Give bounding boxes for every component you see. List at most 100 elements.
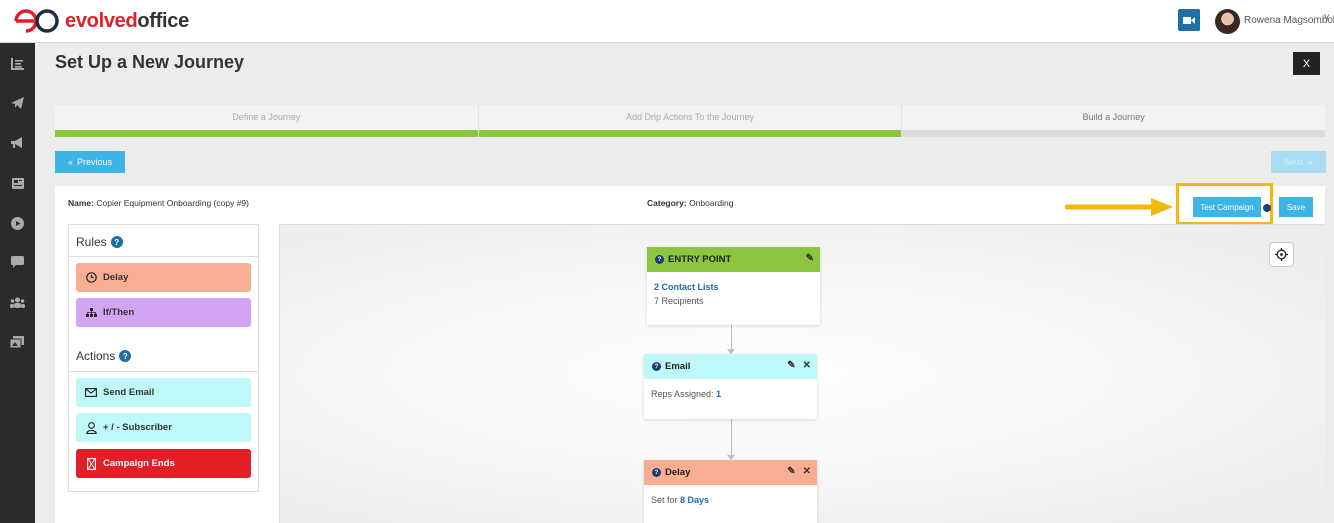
step-label: Define a Journey: [232, 112, 301, 122]
step-progress: Define a Journey Add Drip Actions To the…: [55, 105, 1326, 137]
contact-lists-link[interactable]: 2 Contact Lists: [654, 280, 813, 294]
category-value: Onboarding: [689, 198, 734, 208]
video-call-button[interactable]: [1178, 9, 1200, 31]
help-icon[interactable]: ?: [652, 468, 661, 477]
node-body: Reps Assigned: 1: [644, 379, 817, 409]
megaphone-icon[interactable]: [9, 136, 25, 150]
email-node[interactable]: ? Email ✎ ✕ Reps Assigned: 1: [644, 354, 817, 419]
help-icon[interactable]: ?: [655, 255, 664, 264]
step-progress-bar: [55, 130, 478, 137]
journey-builder-panel: Name: Copier Equipment Onboarding (copy …: [55, 183, 1325, 523]
set-for-value[interactable]: 8 Days: [680, 495, 709, 505]
palette-item-delay[interactable]: Delay: [76, 263, 251, 292]
palette-item-subscriber[interactable]: + / - Subscriber: [76, 413, 251, 442]
page-title: Set Up a New Journey: [55, 52, 245, 72]
palette-item-send-email[interactable]: Send Email: [76, 378, 251, 407]
sitemap-icon: [84, 308, 98, 317]
help-icon[interactable]: [1263, 204, 1271, 212]
node-header: ? Email ✎ ✕: [644, 354, 817, 379]
flow-connector: [731, 419, 732, 455]
play-icon[interactable]: [9, 216, 25, 230]
palette-item-label: Send Email: [103, 387, 155, 398]
campaign-name: Name: Copier Equipment Onboarding (copy …: [68, 198, 249, 208]
node-header: ? Delay ✎ ✕: [644, 460, 817, 485]
node-header: ? ENTRY POINT ✎: [647, 247, 820, 272]
hourglass-icon: [84, 457, 98, 470]
user-name[interactable]: Rowena Magsombol: [1244, 15, 1334, 26]
double-chevron-left-icon: «: [67, 157, 73, 167]
user-avatar[interactable]: [1215, 9, 1240, 34]
close-button[interactable]: X: [1293, 52, 1320, 75]
reps-label: Reps Assigned:: [651, 389, 714, 399]
step-progress-bar: [902, 130, 1326, 137]
test-campaign-button[interactable]: Test Campaign: [1193, 197, 1261, 217]
step-progress-bar: [478, 130, 902, 137]
campaign-category: Category: Onboarding: [647, 198, 733, 208]
step-build-journey[interactable]: Build a Journey: [901, 105, 1326, 137]
category-label: Category:: [647, 198, 687, 208]
divider: [69, 371, 258, 372]
recenter-button[interactable]: [1269, 242, 1294, 267]
element-palette: Rules ? Delay If/Then Actions ? Send Ema…: [68, 224, 259, 492]
step-add-drip-actions[interactable]: Add Drip Actions To the Journey: [477, 105, 902, 137]
users-icon[interactable]: [9, 295, 25, 309]
left-sidebar: [0, 43, 35, 523]
envelope-icon: [84, 388, 98, 397]
recipients-text: 7 Recipients: [654, 294, 813, 308]
pencil-icon[interactable]: ✎: [787, 360, 795, 371]
palette-item-campaign-ends[interactable]: Campaign Ends: [76, 449, 251, 478]
node-body: Set for 8 Days: [644, 485, 817, 515]
delay-node[interactable]: ? Delay ✎ ✕ Set for 8 Days: [644, 460, 817, 523]
main-content: Set Up a New Journey X Define a Journey …: [35, 43, 1334, 523]
next-label: Next: [1284, 157, 1304, 167]
set-for-label: Set for: [651, 495, 678, 505]
recipients-count: 7: [654, 296, 660, 306]
close-icon[interactable]: ✕: [803, 466, 811, 477]
rules-heading: Rules ?: [76, 235, 123, 249]
analytics-icon[interactable]: [9, 57, 25, 71]
palette-item-label: + / - Subscriber: [103, 422, 172, 433]
double-chevron-right-icon: »: [1307, 157, 1313, 167]
crosshair-icon: [1275, 248, 1288, 261]
video-camera-icon: [1183, 16, 1195, 24]
actions-heading: Actions ?: [76, 349, 132, 363]
recipients-label: Recipients: [661, 296, 704, 306]
logo-text: evolvedoffice: [65, 9, 189, 32]
help-icon[interactable]: ?: [119, 350, 132, 362]
node-title: Email: [665, 361, 691, 372]
palette-item-ifthen[interactable]: If/Then: [76, 298, 251, 327]
help-icon[interactable]: ?: [652, 362, 661, 371]
previous-button[interactable]: « Previous: [55, 151, 125, 173]
previous-label: Previous: [77, 157, 113, 167]
annotation-arrow: [1065, 198, 1173, 216]
save-button[interactable]: Save: [1279, 197, 1313, 217]
chevron-down-icon[interactable]: ∨: [1323, 12, 1330, 23]
name-label: Name:: [68, 198, 94, 208]
step-define-journey[interactable]: Define a Journey: [55, 105, 478, 137]
chat-icon[interactable]: [9, 255, 25, 269]
reps-value[interactable]: 1: [716, 389, 721, 399]
divider: [69, 256, 258, 257]
palette-item-label: If/Then: [103, 307, 135, 318]
node-body: 2 Contact Lists 7 Recipients: [647, 272, 820, 316]
palette-item-label: Campaign Ends: [103, 458, 175, 469]
node-title: Delay: [665, 467, 691, 478]
pencil-icon[interactable]: ✎: [806, 253, 814, 264]
entry-point-node[interactable]: ? ENTRY POINT ✎ 2 Contact Lists 7 Recipi…: [647, 247, 820, 325]
logo-mark-icon: [14, 9, 59, 33]
send-icon[interactable]: [9, 96, 25, 110]
flow-connector: [731, 325, 732, 349]
gallery-icon[interactable]: [9, 335, 25, 349]
step-label: Add Drip Actions To the Journey: [626, 112, 754, 122]
palette-item-label: Delay: [103, 272, 129, 283]
close-icon[interactable]: ✕: [803, 360, 811, 371]
top-bar: evolvedoffice Rowena Magsombol ∨: [0, 0, 1334, 43]
evolvedoffice-logo[interactable]: evolvedoffice: [13, 8, 189, 34]
help-icon[interactable]: ?: [110, 236, 123, 248]
next-button[interactable]: Next »: [1271, 151, 1326, 173]
step-label: Build a Journey: [1082, 112, 1145, 122]
node-title: ENTRY POINT: [668, 254, 732, 265]
pencil-icon[interactable]: ✎: [787, 466, 795, 477]
newspaper-icon[interactable]: [9, 176, 25, 190]
journey-canvas[interactable]: ? ENTRY POINT ✎ 2 Contact Lists 7 Recipi…: [279, 224, 1325, 523]
